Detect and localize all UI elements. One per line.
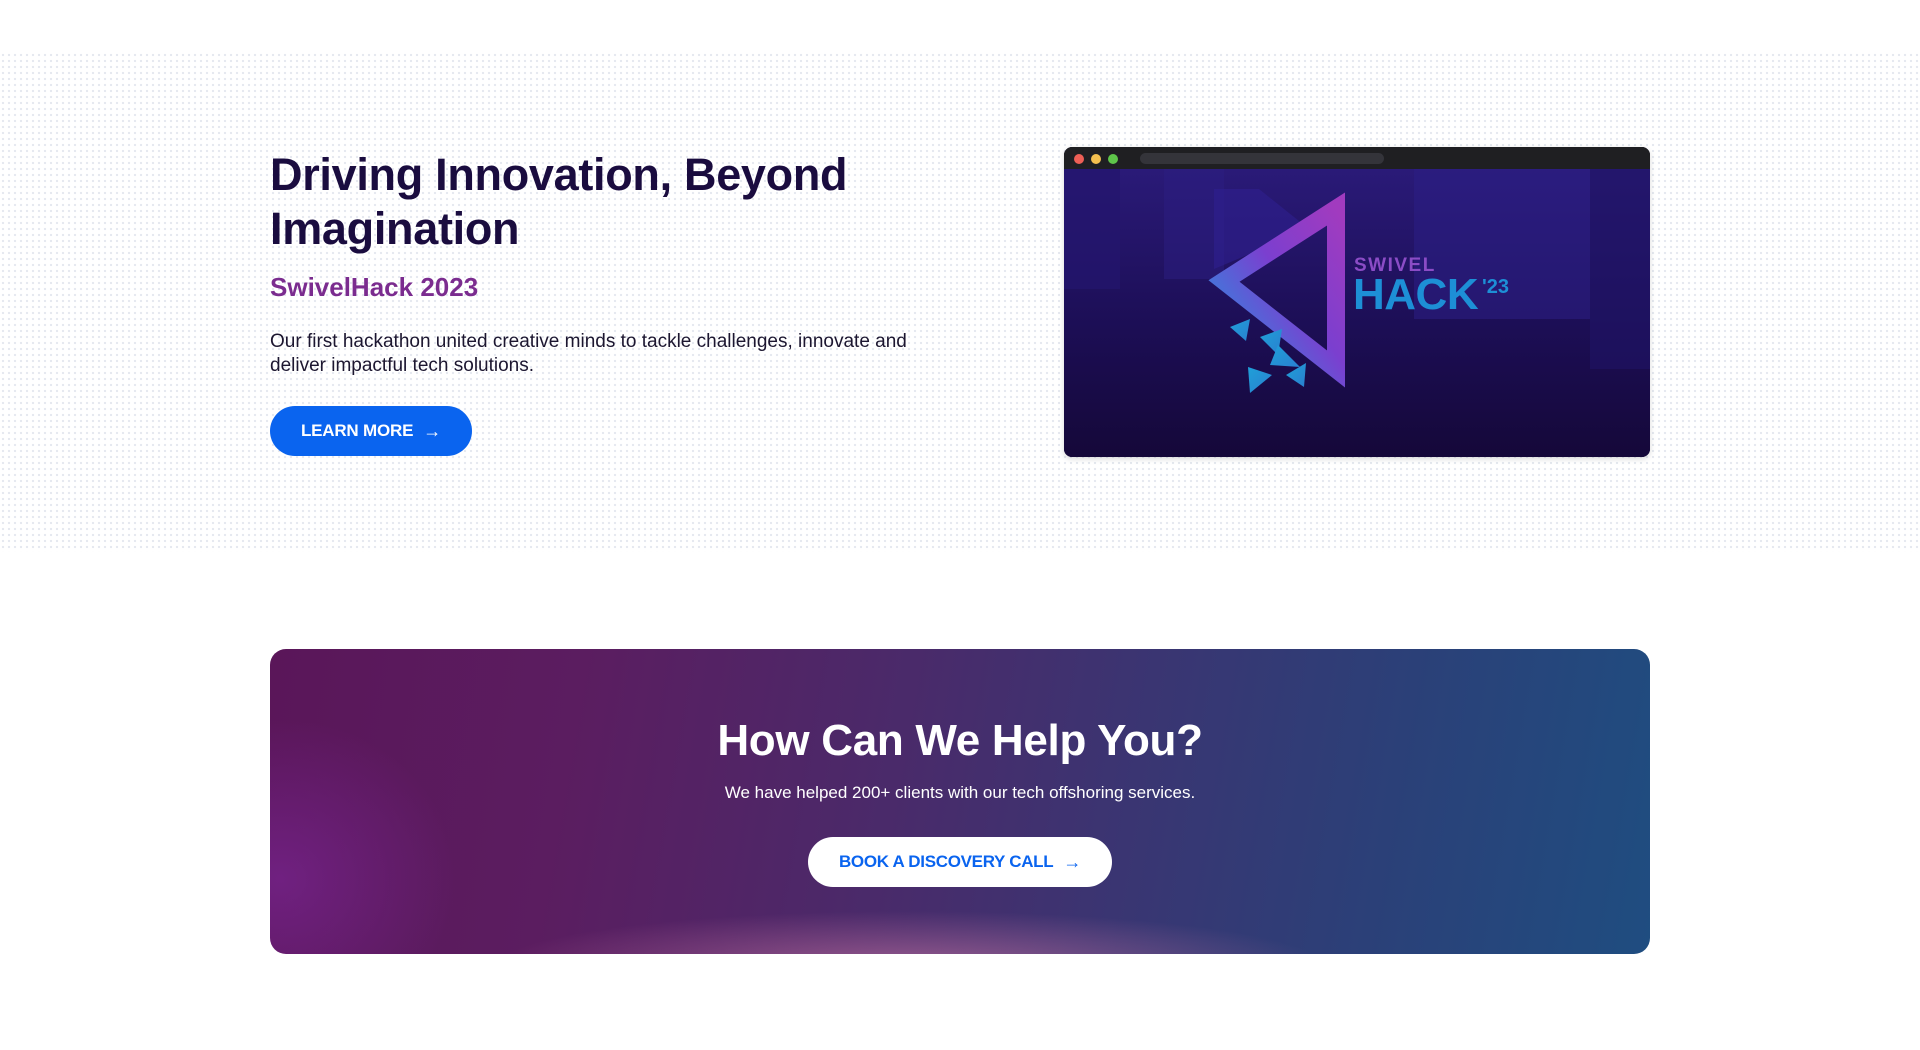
cta-description: We have helped 200+ clients with our tec… xyxy=(724,783,1196,802)
arrow-right-icon: → xyxy=(423,420,442,441)
brand-hack-text: HACK xyxy=(1353,270,1479,319)
hero-title: Driving Innovation, Beyond Imagination xyxy=(270,149,848,254)
maximize-dot-icon xyxy=(1108,154,1118,164)
book-discovery-call-label: BOOK A DISCOVERY CALL xyxy=(838,852,1054,871)
address-bar xyxy=(1140,153,1384,164)
cta-banner: How Can We Help You? We have helped 200+… xyxy=(270,649,1650,954)
arrow-right-icon: → xyxy=(1063,851,1082,872)
learn-more-label: LEARN MORE xyxy=(300,421,414,440)
close-dot-icon xyxy=(1074,154,1084,164)
minimize-dot-icon xyxy=(1091,154,1101,164)
browser-title-bar xyxy=(1064,147,1650,169)
learn-more-button[interactable]: LEARN MORE → xyxy=(270,406,472,456)
swivelhack-preview-window[interactable]: SWIVEL HACK '23 xyxy=(1064,147,1650,457)
hero-subtitle: SwivelHack 2023 xyxy=(270,272,479,302)
cta-title: How Can We Help You? xyxy=(717,716,1203,765)
hero-text-block: Driving Innovation, Beyond Imagination S… xyxy=(270,148,970,378)
book-discovery-call-button[interactable]: BOOK A DISCOVERY CALL → xyxy=(808,837,1112,887)
brand-year-text: '23 xyxy=(1482,276,1510,298)
hero-description: Our first hackathon united creative mind… xyxy=(270,331,907,376)
